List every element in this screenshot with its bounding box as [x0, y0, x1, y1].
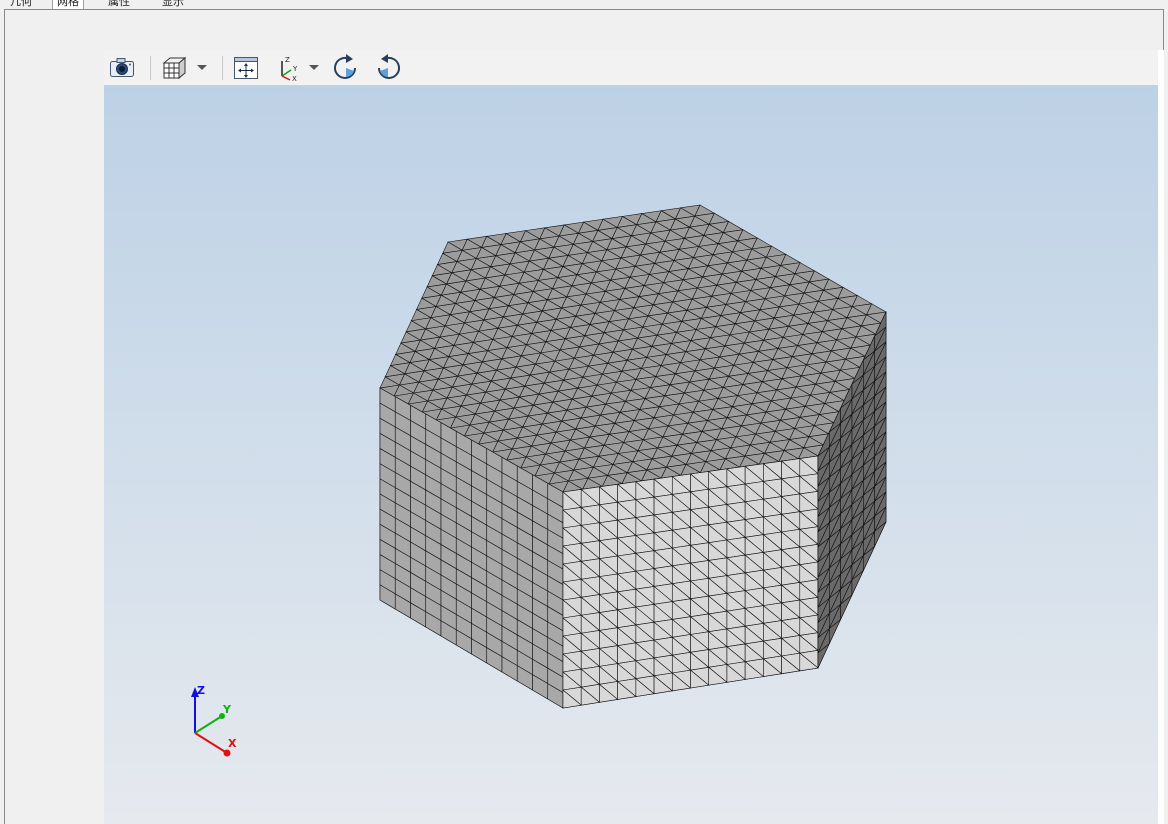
axes-orientation-dropdown[interactable] — [308, 54, 320, 82]
chevron-down-icon — [197, 65, 207, 70]
camera-icon[interactable] — [108, 54, 136, 82]
rotate-ccw-icon[interactable] — [374, 54, 402, 82]
fit-all-icon[interactable] — [232, 54, 260, 82]
rotate-cw-icon[interactable] — [332, 54, 360, 82]
z-axis-label: Z — [197, 684, 205, 697]
mesh-scene: Z Y X — [191, 204, 887, 757]
tab-properties[interactable]: 属性 — [104, 0, 134, 9]
svg-text:Y: Y — [292, 65, 298, 73]
x-axis — [194, 732, 228, 754]
axes-orientation-icon[interactable]: Z Y X — [276, 54, 304, 82]
toolbar-separator — [150, 56, 151, 80]
tab-mesh[interactable]: 网格 — [52, 0, 84, 9]
toolbar-separator — [222, 56, 223, 80]
panel-edge — [1158, 50, 1164, 824]
y-axis — [194, 715, 223, 734]
cube-view-dropdown[interactable] — [196, 54, 208, 82]
tab-display[interactable]: 显示 — [158, 0, 188, 9]
3d-viewport[interactable]: Z Y X — [104, 86, 1158, 824]
axis-triad: Z Y X — [191, 684, 237, 757]
cube-view-icon[interactable] — [160, 54, 188, 82]
viewer-toolbar: Z Y X — [104, 50, 1158, 86]
svg-text:Z: Z — [285, 56, 290, 64]
y-axis-label: Y — [222, 703, 232, 716]
x-axis-label: X — [228, 737, 237, 750]
svg-text:X: X — [292, 75, 297, 82]
tab-geometry[interactable]: 几何 — [6, 0, 36, 9]
chevron-down-icon — [309, 65, 319, 70]
